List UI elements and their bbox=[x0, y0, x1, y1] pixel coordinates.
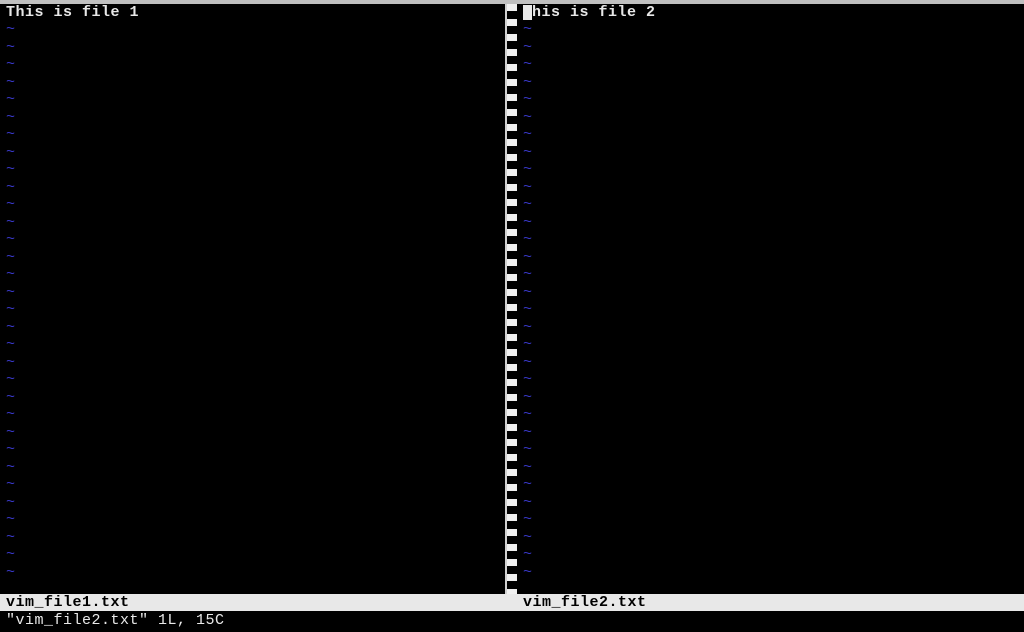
empty-line-tilde: ~ bbox=[517, 441, 1024, 459]
empty-line-tilde: ~ bbox=[517, 56, 1024, 74]
empty-line-tilde: ~ bbox=[0, 441, 505, 459]
empty-line-tilde: ~ bbox=[517, 494, 1024, 512]
empty-line-tilde: ~ bbox=[517, 126, 1024, 144]
empty-line-tilde: ~ bbox=[0, 389, 505, 407]
empty-line-tilde: ~ bbox=[0, 336, 505, 354]
empty-line-tilde: ~ bbox=[517, 21, 1024, 39]
empty-line-tilde: ~ bbox=[517, 74, 1024, 92]
cursor-icon bbox=[523, 5, 532, 20]
empty-line-tilde: ~ bbox=[0, 424, 505, 442]
empty-line-tilde: ~ bbox=[0, 476, 505, 494]
empty-line-tilde: ~ bbox=[0, 494, 505, 512]
empty-line-tilde: ~ bbox=[517, 109, 1024, 127]
empty-line-tilde: ~ bbox=[517, 144, 1024, 162]
empty-line-tilde: ~ bbox=[0, 511, 505, 529]
empty-line-tilde: ~ bbox=[517, 459, 1024, 477]
status-bar: vim_file1.txt vim_file2.txt bbox=[0, 594, 1024, 611]
empty-line-tilde: ~ bbox=[0, 39, 505, 57]
empty-line-tilde: ~ bbox=[517, 214, 1024, 232]
empty-line-tilde: ~ bbox=[0, 109, 505, 127]
empty-line-tilde: ~ bbox=[0, 231, 505, 249]
editor-split-container: This is file 1 ~~~~~~~~~~~~~~~~~~~~~~~~~… bbox=[0, 4, 1024, 594]
empty-line-tilde: ~ bbox=[0, 161, 505, 179]
empty-line-tilde: ~ bbox=[0, 91, 505, 109]
empty-line-tilde: ~ bbox=[0, 319, 505, 337]
editor-pane-right[interactable]: his is file 2 ~~~~~~~~~~~~~~~~~~~~~~~~~~… bbox=[517, 4, 1024, 594]
empty-line-tilde: ~ bbox=[0, 301, 505, 319]
empty-line-tilde: ~ bbox=[0, 196, 505, 214]
empty-line-tilde: ~ bbox=[517, 511, 1024, 529]
empty-line-tilde: ~ bbox=[517, 389, 1024, 407]
empty-line-tilde: ~ bbox=[0, 371, 505, 389]
empty-line-tilde: ~ bbox=[517, 476, 1024, 494]
empty-line-tilde: ~ bbox=[517, 336, 1024, 354]
empty-line-tilde: ~ bbox=[0, 56, 505, 74]
empty-line-tilde: ~ bbox=[0, 564, 505, 582]
empty-line-tilde: ~ bbox=[517, 284, 1024, 302]
file-content-right[interactable]: his is file 2 bbox=[517, 4, 1024, 21]
vertical-split-divider[interactable] bbox=[505, 4, 517, 594]
empty-line-tilde: ~ bbox=[0, 459, 505, 477]
empty-line-tilde: ~ bbox=[0, 249, 505, 267]
status-filename-right: vim_file2.txt bbox=[517, 594, 1024, 611]
empty-line-tilde: ~ bbox=[517, 371, 1024, 389]
empty-line-tilde: ~ bbox=[517, 266, 1024, 284]
empty-line-tilde: ~ bbox=[517, 249, 1024, 267]
empty-line-tilde: ~ bbox=[0, 126, 505, 144]
empty-line-tilde: ~ bbox=[0, 529, 505, 547]
status-filename-left: vim_file1.txt bbox=[0, 594, 505, 611]
command-line[interactable]: "vim_file2.txt" 1L, 15C bbox=[0, 611, 1024, 631]
empty-line-tilde: ~ bbox=[517, 196, 1024, 214]
empty-line-tilde: ~ bbox=[517, 91, 1024, 109]
file-content-right-text: his is file 2 bbox=[532, 4, 656, 21]
empty-line-tilde: ~ bbox=[0, 21, 505, 39]
empty-line-tilde: ~ bbox=[517, 161, 1024, 179]
empty-line-tilde: ~ bbox=[517, 301, 1024, 319]
empty-line-tilde: ~ bbox=[0, 546, 505, 564]
empty-line-tilde: ~ bbox=[0, 74, 505, 92]
empty-line-tilde: ~ bbox=[0, 179, 505, 197]
empty-line-tilde: ~ bbox=[517, 529, 1024, 547]
empty-line-tilde: ~ bbox=[0, 284, 505, 302]
empty-line-tilde: ~ bbox=[517, 564, 1024, 582]
empty-line-tilde: ~ bbox=[517, 319, 1024, 337]
editor-pane-left[interactable]: This is file 1 ~~~~~~~~~~~~~~~~~~~~~~~~~… bbox=[0, 4, 505, 594]
empty-line-tilde: ~ bbox=[517, 354, 1024, 372]
empty-line-tilde: ~ bbox=[517, 406, 1024, 424]
empty-line-tilde: ~ bbox=[0, 144, 505, 162]
empty-line-tilde: ~ bbox=[517, 231, 1024, 249]
empty-line-tilde: ~ bbox=[517, 179, 1024, 197]
empty-line-tilde: ~ bbox=[0, 214, 505, 232]
empty-line-tilde: ~ bbox=[0, 406, 505, 424]
file-content-left[interactable]: This is file 1 bbox=[0, 4, 505, 21]
empty-line-tilde: ~ bbox=[517, 39, 1024, 57]
empty-line-tilde: ~ bbox=[0, 266, 505, 284]
empty-line-tilde: ~ bbox=[0, 354, 505, 372]
empty-line-tilde: ~ bbox=[517, 546, 1024, 564]
status-divider bbox=[505, 594, 517, 611]
empty-line-tilde: ~ bbox=[517, 424, 1024, 442]
